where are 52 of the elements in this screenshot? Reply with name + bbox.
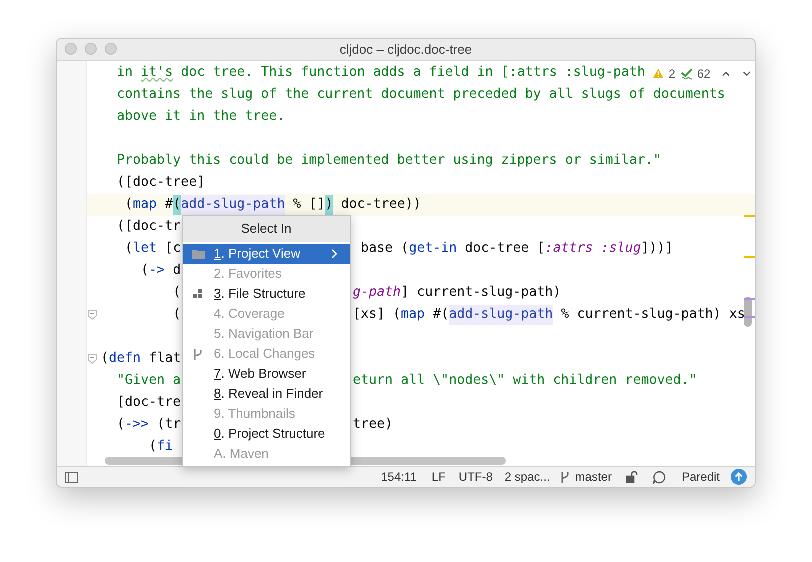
code-keyword: defn <box>109 350 142 368</box>
code-text: % [] <box>293 196 326 214</box>
code-text: ( <box>125 196 134 214</box>
code-text: ( <box>125 240 134 258</box>
code-text: doc-tree)) <box>341 196 422 214</box>
code-keyword: map <box>133 196 158 214</box>
code-keyword: fi <box>157 438 174 456</box>
code-keyword: get-in <box>409 240 458 258</box>
string-text: Probably this could be implemented better using zippers or similar." <box>117 152 662 170</box>
code-text: [doc-tre <box>117 394 182 412</box>
keyword-text: g-path <box>353 284 402 302</box>
code-text: tree) <box>353 416 394 434</box>
string-text: "Given a <box>117 372 182 390</box>
code-text: ( <box>141 262 150 280</box>
code-text: ( <box>149 438 158 456</box>
code-keyword: map <box>401 306 426 324</box>
code-text: ( <box>173 306 182 324</box>
code-text: ( <box>101 350 110 368</box>
code-text: #( <box>433 306 450 324</box>
code-text: flat <box>149 350 182 368</box>
code-text: ]))] <box>641 240 674 258</box>
string-text: contains the slug of the current document preceded by all slugs of documents <box>117 86 726 104</box>
code-keyword: ->> <box>125 416 150 434</box>
string-text: eturn all \"nodes\" with children removed." <box>353 372 698 390</box>
misspelled-word: it's <box>141 64 174 82</box>
code-text: ([doc-tr <box>117 218 182 236</box>
keyword-text: :attrs :slug <box>545 240 642 258</box>
matched-brace: ) <box>325 194 334 215</box>
weak-warning-count: 62 <box>697 66 711 83</box>
highlighted-usage: add-slug-path <box>449 304 554 325</box>
code-keyword: let <box>133 240 158 258</box>
code-text: doc-tree [ <box>465 240 546 258</box>
string-text: doc tree. This function adds a field in [:attrs :slug-path <box>181 64 646 82</box>
matched-brace: ( <box>173 194 182 215</box>
window-title: cljdoc – cljdoc.doc-tree <box>340 40 472 59</box>
code-text: ] current-slug-path) <box>401 284 562 302</box>
highlighted-usage: add-slug-path <box>181 194 286 215</box>
warning-count: 2 <box>668 66 676 83</box>
code-text: ( <box>117 416 126 434</box>
string-text: above it in the tree. <box>117 108 286 126</box>
code-text: % current-slug-path) xs <box>561 306 746 324</box>
code-text: [xs] ( <box>353 306 402 324</box>
code-text: # <box>165 196 174 214</box>
code-text: ([doc-tree] <box>117 174 206 192</box>
string-text: in <box>117 64 134 82</box>
code-text: base ( <box>361 240 410 258</box>
code-text: ( <box>173 284 182 302</box>
code-text: d <box>173 262 182 280</box>
code-keyword: -> <box>149 262 166 280</box>
code-text: [c <box>165 240 182 258</box>
code-text: (tr <box>157 416 182 434</box>
popup-title: Select In <box>183 216 350 242</box>
